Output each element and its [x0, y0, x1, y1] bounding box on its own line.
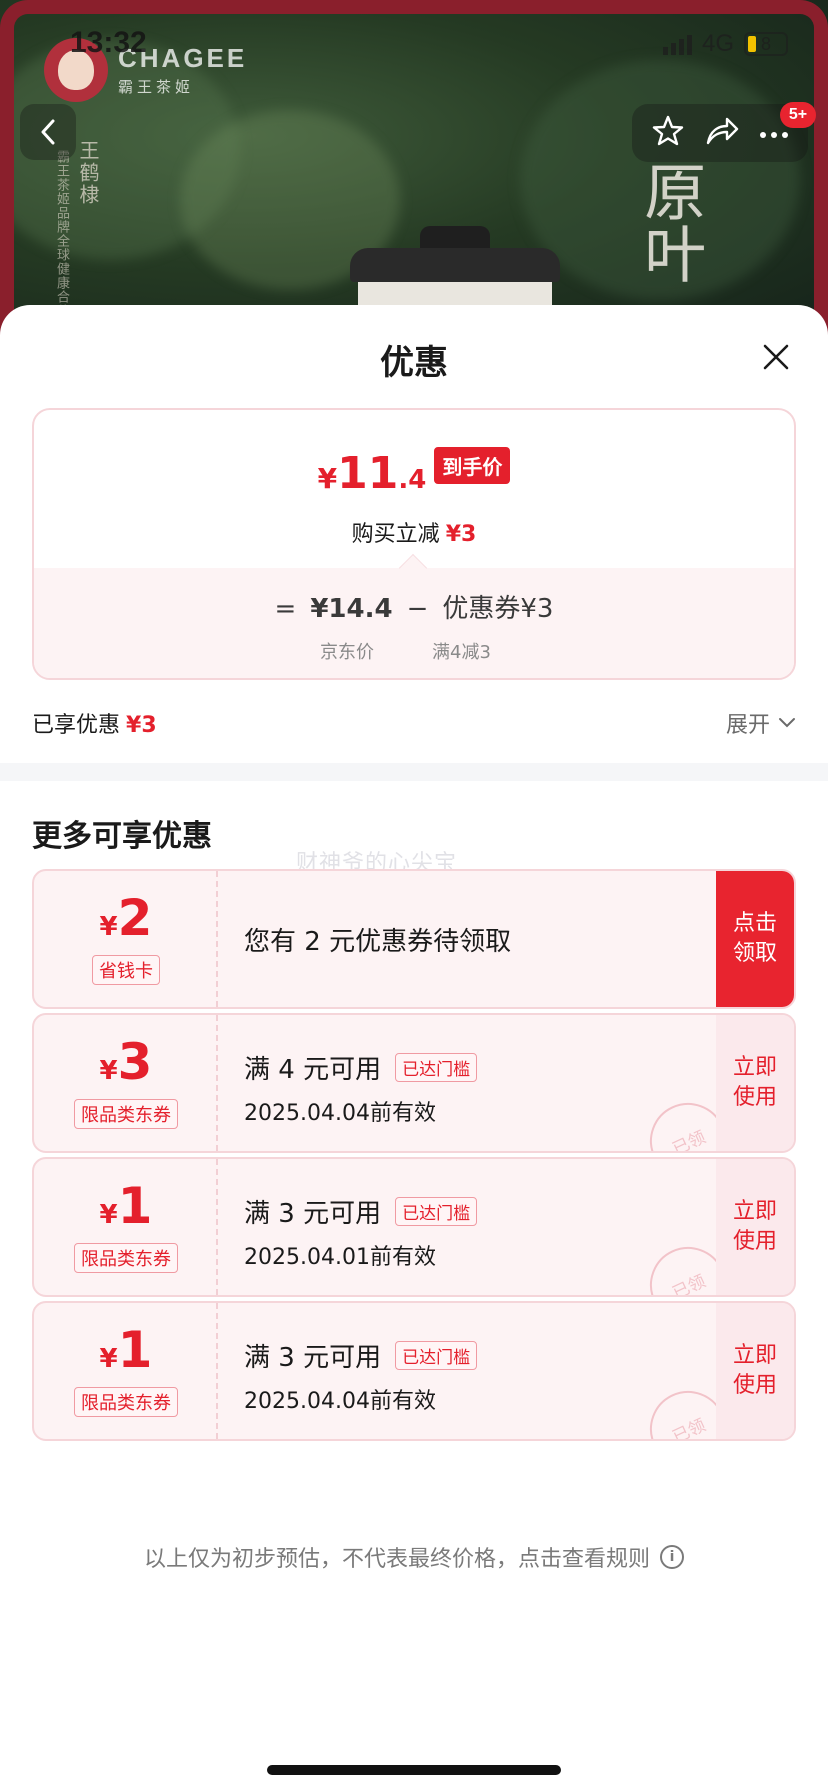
message-count-badge: 5+	[780, 102, 816, 128]
use-coupon-button[interactable]: 立即使用	[716, 1303, 794, 1439]
threshold-reached-tag: 已达门槛	[395, 1341, 478, 1370]
coupon-amount: ¥2	[34, 893, 218, 943]
section-divider	[0, 763, 828, 781]
coupon-type-label: 限品类东券	[74, 1099, 178, 1129]
share-button[interactable]	[704, 115, 740, 151]
status-time: 13:32	[70, 26, 147, 59]
chevron-down-icon	[779, 718, 795, 728]
coupon-condition: 满 4 元可用	[244, 1055, 382, 1085]
use-coupon-label: 立即使用	[732, 1199, 777, 1254]
rules-disclaimer-link[interactable]: 以上仅为初步预估，不代表最终价格，点击查看规则 i	[0, 1541, 828, 1573]
coupon-card: ¥1 限品类东券 满 3 元可用 已达门槛 2025.04.04前有效 已领 立…	[32, 1301, 796, 1441]
coupon-condition: 满 3 元可用	[244, 1199, 382, 1229]
threshold-reached-tag: 已达门槛	[395, 1197, 478, 1226]
final-price-tag: 到手价	[434, 447, 511, 484]
final-price-decimal: .4	[398, 465, 427, 495]
coupon-currency: ¥	[99, 1200, 118, 1230]
jd-price-label: 京东价	[320, 642, 374, 663]
home-indicator[interactable]	[267, 1765, 561, 1775]
final-price-integer: 11	[337, 448, 399, 499]
coupon-amount: ¥3	[34, 1037, 218, 1087]
enjoyed-discount-label: 已享优惠	[32, 713, 121, 738]
close-icon	[763, 344, 789, 370]
coupon-rule-label: 满4减3	[432, 642, 491, 663]
coupon-type-label: 限品类东券	[74, 1243, 178, 1273]
coupon-card: ¥2 省钱卡 您有 2 元优惠券待领取 点击领取	[32, 869, 796, 1009]
coupon-value: 1	[117, 1321, 153, 1379]
chevron-left-icon	[41, 119, 55, 145]
battery-icon: 8	[744, 32, 788, 56]
more-dots-icon	[759, 131, 788, 138]
enjoyed-discount-amount: ¥3	[126, 713, 157, 738]
sheet-title: 优惠	[380, 343, 448, 383]
coupon-deduction: 优惠券¥3	[442, 594, 554, 624]
jd-price-value: ¥14.4	[310, 594, 393, 624]
star-icon	[653, 115, 684, 146]
favorite-button[interactable]	[651, 114, 685, 152]
coupon-value: 1	[117, 1177, 153, 1235]
battery-level: 8	[760, 33, 771, 54]
brand-name-cn: 霸王茶姬	[118, 79, 195, 96]
status-indicators: 4G 8	[662, 30, 788, 58]
signal-icon	[662, 33, 692, 55]
network-label: 4G	[701, 30, 734, 57]
more-discounts-title: 更多可享优惠	[32, 819, 212, 854]
back-button[interactable]	[20, 104, 76, 160]
more-button[interactable]	[759, 124, 789, 143]
formula-equals: =	[274, 594, 297, 624]
discount-sheet: 优惠 ¥ 11 .4 到手价 购买立减 ¥3 = ¥14.4 − 优惠券¥3 京…	[0, 305, 828, 1792]
coupon-amount: ¥1	[34, 1325, 218, 1375]
coupon-value: 3	[117, 1033, 153, 1091]
coupon-type-label: 限品类东券	[74, 1387, 178, 1417]
claim-coupon-button[interactable]: 点击领取	[716, 871, 794, 1007]
instant-discount-label: 购买立减	[351, 522, 440, 547]
coupon-condition: 满 3 元可用	[244, 1343, 382, 1373]
coupon-type-label: 省钱卡	[92, 955, 160, 985]
instant-discount-line: 购买立减 ¥3	[34, 516, 794, 548]
disclaimer-text: 以上仅为初步预估，不代表最终价格，点击查看规则	[143, 1547, 650, 1572]
coupon-currency: ¥	[99, 1344, 118, 1374]
info-icon: i	[660, 1545, 684, 1569]
expand-label: 展开	[725, 713, 770, 738]
expand-button[interactable]: 展开	[726, 707, 796, 739]
formula-minus: −	[406, 594, 429, 624]
threshold-reached-tag: 已达门槛	[395, 1053, 478, 1082]
coupon-validity: 2025.04.04前有效	[244, 1389, 436, 1414]
coupon-card: ¥1 限品类东券 满 3 元可用 已达门槛 2025.04.01前有效 已领 立…	[32, 1157, 796, 1297]
coupon-description: 您有 2 元优惠券待领取	[244, 927, 512, 957]
price-breakdown-card: ¥ 11 .4 到手价 购买立减 ¥3 = ¥14.4 − 优惠券¥3 京东价 满…	[32, 408, 796, 680]
coupon-value: 2	[117, 889, 153, 947]
close-button[interactable]	[754, 335, 798, 379]
final-price: ¥ 11 .4 到手价	[34, 447, 794, 499]
coupon-validity: 2025.04.01前有效	[244, 1245, 436, 1270]
share-icon	[706, 117, 739, 145]
instant-discount-amount: ¥3	[445, 522, 477, 547]
use-coupon-label: 立即使用	[732, 1343, 777, 1398]
use-coupon-button[interactable]: 立即使用	[716, 1015, 794, 1151]
coupon-validity: 2025.04.04前有效	[244, 1101, 436, 1126]
coupon-amount: ¥1	[34, 1181, 218, 1231]
coupon-currency: ¥	[99, 1056, 118, 1086]
coupon-card: ¥3 限品类东券 满 4 元可用 已达门槛 2025.04.04前有效 已领 立…	[32, 1013, 796, 1153]
enjoyed-discount: 已享优惠 ¥3	[32, 707, 157, 739]
currency-symbol: ¥	[317, 462, 338, 495]
use-coupon-button[interactable]: 立即使用	[716, 1159, 794, 1295]
use-coupon-label: 立即使用	[732, 1055, 777, 1110]
claim-coupon-label: 点击领取	[732, 911, 777, 966]
coupon-currency: ¥	[99, 912, 118, 942]
price-formula: = ¥14.4 − 优惠券¥3 京东价 满4减3	[34, 568, 794, 678]
product-hero-image: 王鹤棣 霸王茶姬品牌全球健康合伙 原叶 CHAGEE 霸王茶姬 13:32 4G…	[0, 0, 828, 340]
